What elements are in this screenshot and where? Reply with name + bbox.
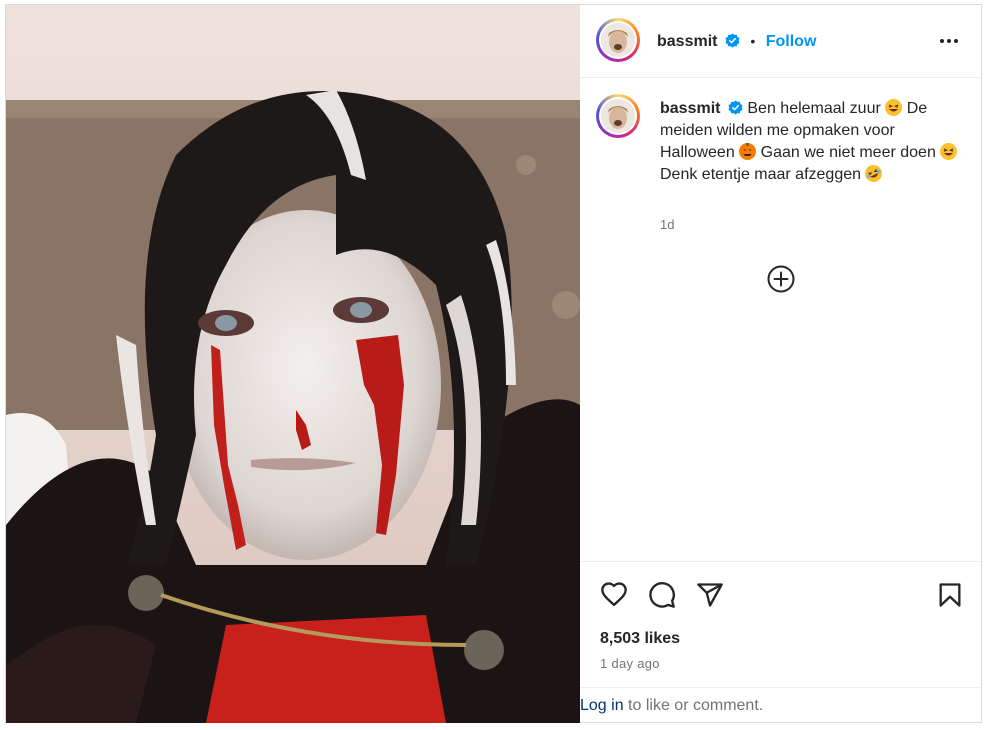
more-options-icon[interactable] [939,31,959,51]
jack-o-lantern-emoji-icon [739,143,757,160]
bookmark-icon[interactable] [936,581,964,609]
comment-icon[interactable] [648,581,676,609]
author-avatar[interactable] [596,18,640,62]
caption-author-avatar[interactable] [596,94,640,138]
share-icon[interactable] [696,581,724,609]
avatar-face-icon [601,23,635,57]
grinning-squinting-emoji-icon [885,99,903,116]
post-caption: bassmit Ben helemaal zuur De meiden wild… [660,98,960,186]
grinning-squinting-emoji-icon [940,143,958,160]
caption-text-1: Ben helemaal zuur [747,100,881,117]
post-header: bassmit • Follow [580,5,981,78]
verified-badge-icon [725,33,740,48]
caption-timestamp: 1d [660,217,675,232]
caption-text-4: Denk etentje maar afzeggen [660,166,862,183]
follow-button[interactable]: Follow [766,33,817,50]
rolling-on-floor-laughing-emoji-icon [862,162,886,185]
post-photo[interactable] [6,5,580,723]
post-timestamp: 1 day ago [600,656,660,671]
login-prompt: Log in to like or comment. [580,687,981,725]
caption-text-3: Gaan we niet meer doen [760,144,936,161]
post-actions: 8,503 likes 1 day ago Log in to like or … [580,561,981,724]
add-circle-icon[interactable] [766,264,796,294]
login-prompt-text: to like or comment. [628,697,764,714]
login-link[interactable]: Log in [580,697,624,714]
author-username[interactable]: bassmit [657,33,717,50]
likes-count[interactable]: 8,503 likes [600,630,680,648]
avatar-face-icon [601,99,635,133]
verified-badge-icon [728,100,743,115]
halloween-selfie-image [6,5,580,723]
heart-icon[interactable] [600,581,628,609]
caption-username[interactable]: bassmit [660,100,720,117]
post-sidebar: bassmit • Follow bassmit Ben helemaal zu… [580,5,981,723]
separator-dot: • [750,33,756,49]
